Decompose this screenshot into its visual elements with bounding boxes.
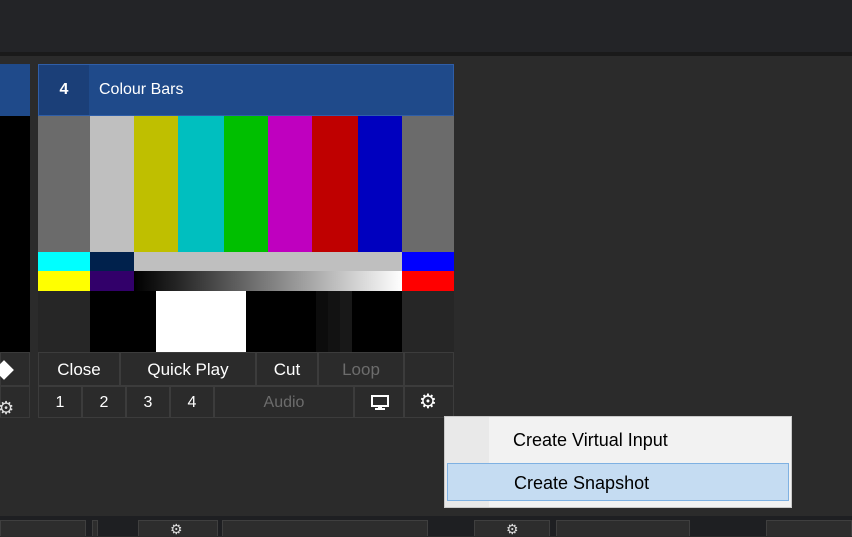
menu-item-create-virtual-input[interactable]: Create Virtual Input bbox=[447, 421, 789, 459]
monitor-button[interactable] bbox=[354, 386, 404, 418]
pluge-black-2 bbox=[246, 291, 316, 352]
bar-blue bbox=[358, 116, 402, 252]
swatch-navy bbox=[90, 252, 134, 271]
settings-button[interactable]: ⚙ bbox=[404, 386, 454, 418]
pluge-dark-right bbox=[402, 291, 454, 352]
bar-yellow bbox=[134, 116, 178, 252]
bar-light-gray bbox=[90, 116, 134, 252]
audio-button[interactable]: Audio bbox=[214, 386, 354, 418]
bar-cyan bbox=[178, 116, 224, 252]
context-menu: Create Virtual Input Create Snapshot bbox=[444, 416, 792, 508]
neighbour-tile-button[interactable] bbox=[0, 352, 30, 386]
pluge-dark-left bbox=[38, 291, 90, 352]
pluge-black bbox=[90, 291, 156, 352]
overlay-2-button[interactable]: 2 bbox=[82, 386, 126, 418]
gradient-ramp bbox=[134, 271, 402, 291]
diamond-icon bbox=[0, 360, 14, 380]
top-toolbar bbox=[0, 0, 852, 52]
overlay-4-button[interactable]: 4 bbox=[170, 386, 214, 418]
swatch-cyan bbox=[38, 252, 90, 271]
monitor-icon bbox=[371, 395, 389, 410]
close-button[interactable]: Close bbox=[38, 352, 120, 386]
neighbour-input-tile[interactable] bbox=[0, 64, 30, 352]
pluge-step-1 bbox=[316, 291, 328, 352]
bottom-button-7[interactable] bbox=[766, 520, 852, 536]
bottom-button-4[interactable] bbox=[222, 520, 428, 536]
swatch-blue bbox=[402, 252, 454, 271]
neighbour-tile-preview[interactable] bbox=[0, 116, 30, 352]
gear-icon[interactable]: ⚙ bbox=[506, 522, 519, 536]
overlay-1-button[interactable]: 1 bbox=[38, 386, 82, 418]
input-number: 4 bbox=[39, 65, 89, 115]
input-tile-colour-bars[interactable]: 4 Colour Bars Close Quick Play Cut Loop … bbox=[38, 64, 454, 431]
loop-button[interactable]: Loop bbox=[318, 352, 404, 386]
blank-button[interactable] bbox=[404, 352, 454, 386]
pluge-step-2 bbox=[328, 291, 340, 352]
input-tile-header[interactable]: 4 Colour Bars bbox=[38, 64, 454, 116]
swatch-light-gray bbox=[134, 252, 402, 271]
input-preview-colour-bars[interactable] bbox=[38, 116, 454, 352]
gear-icon[interactable]: ⚙ bbox=[170, 522, 183, 536]
bottom-button-1[interactable] bbox=[0, 520, 86, 536]
pluge-step-3 bbox=[340, 291, 352, 352]
overlay-3-button[interactable]: 3 bbox=[126, 386, 170, 418]
swatch-red bbox=[402, 271, 454, 291]
quick-play-button[interactable]: Quick Play bbox=[120, 352, 256, 386]
pluge-white bbox=[156, 291, 246, 352]
cut-button[interactable]: Cut bbox=[256, 352, 318, 386]
pluge-black-3 bbox=[352, 291, 402, 352]
bar-gray-1 bbox=[38, 116, 90, 252]
input-title: Colour Bars bbox=[99, 81, 184, 98]
bottom-button-6[interactable] bbox=[556, 520, 690, 536]
bar-green bbox=[224, 116, 268, 252]
menu-item-create-snapshot[interactable]: Create Snapshot bbox=[447, 463, 789, 501]
gear-icon[interactable]: ⚙ bbox=[0, 398, 14, 419]
swatch-yellow bbox=[38, 271, 90, 291]
toolbar-divider bbox=[0, 52, 852, 56]
gear-icon: ⚙ bbox=[419, 391, 437, 413]
bar-red bbox=[312, 116, 358, 252]
bar-gray-2 bbox=[402, 116, 454, 252]
swatch-purple bbox=[90, 271, 134, 291]
neighbour-tile-header[interactable] bbox=[0, 64, 30, 116]
bottom-button-2[interactable] bbox=[92, 520, 98, 536]
bar-magenta bbox=[268, 116, 312, 252]
